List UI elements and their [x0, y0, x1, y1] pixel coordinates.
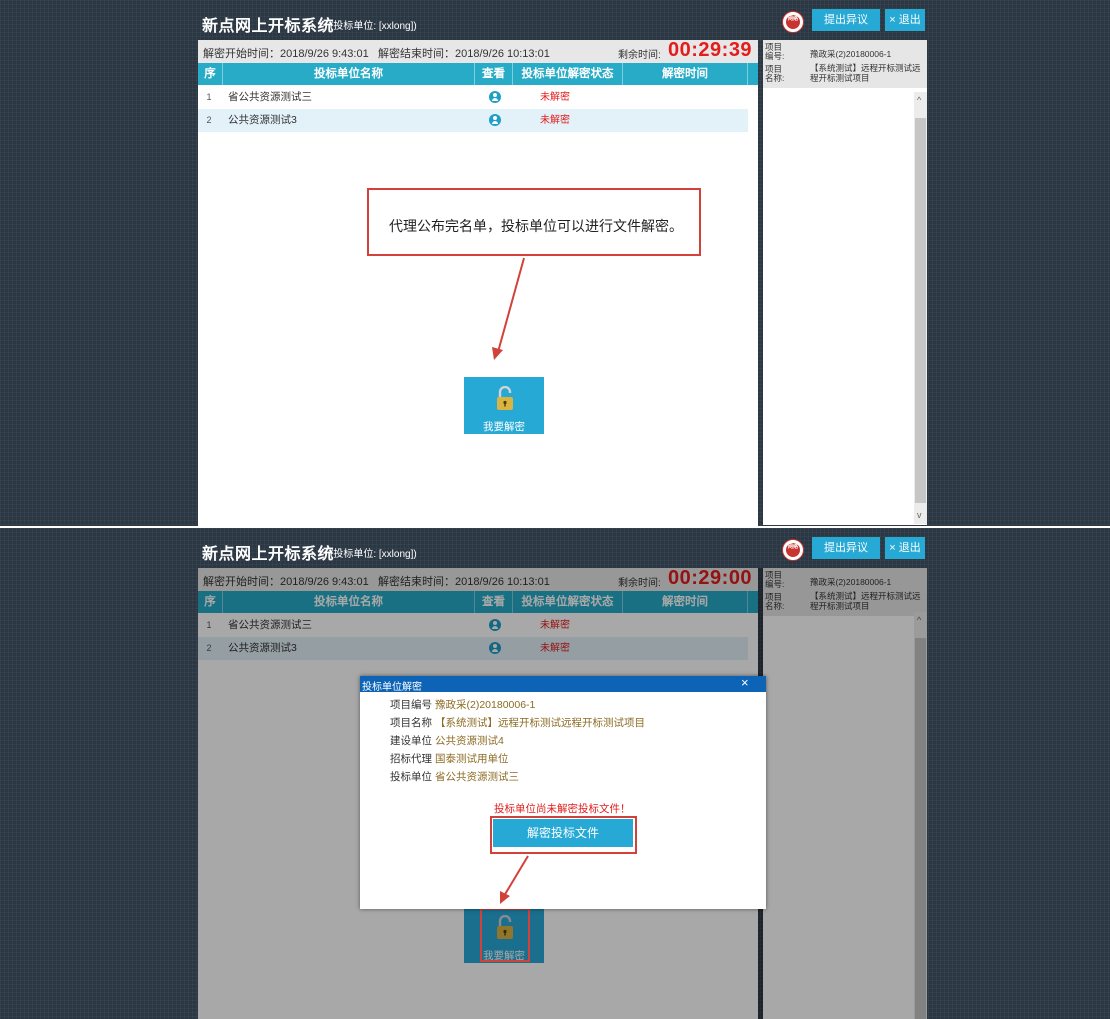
- bidder-unit-value: [xxlong]): [378, 21, 417, 32]
- instruction-callout: 代理公布完名单，投标单位可以进行文件解密。: [367, 188, 701, 256]
- field-value: 豫政采(2)20180006-1: [435, 699, 536, 711]
- main-area: 解密开始时间：2018/9/26 9:43:01 解密结束时间：2018/9/2…: [198, 39, 758, 528]
- table-header: 序 投标单位名称 查看 投标单位解密状态 解密时间: [198, 63, 758, 85]
- bidder-unit: (投标单位: [xxlong]): [330, 545, 417, 560]
- field-agency: 招标代理 国泰测试用单位: [390, 751, 509, 766]
- field-value: 省公共资源测试三: [435, 771, 519, 783]
- app-title: 新点网上开标系统: [202, 18, 335, 35]
- modal-title: 投标单位解密: [362, 682, 422, 693]
- objection-button[interactable]: 提出异议: [812, 537, 880, 559]
- project-name: 【系统测试】远程开标测试远程开标测试项目: [810, 63, 921, 83]
- field-value: 【系统测试】远程开标测试远程开标测试项目: [435, 717, 645, 729]
- project-no-label: 项目编号:: [765, 42, 785, 61]
- field-label: 项目编号: [390, 699, 432, 711]
- field-value: 国泰测试用单位: [435, 753, 509, 765]
- field-project-name: 项目名称 【系统测试】远程开标测试远程开标测试项目: [390, 715, 645, 730]
- table-row[interactable]: 2 公共资源测试3 未解密: [198, 109, 748, 132]
- table-row[interactable]: 1 省公共资源测试三 未解密: [198, 86, 748, 109]
- callout-text: 代理公布完名单，投标单位可以进行文件解密。: [389, 220, 683, 235]
- top-screen: 新点网上开标系统 (投标单位: [xxlong]) 网络 提出异议 × 退出 解…: [0, 0, 1110, 528]
- row-seq: 2: [206, 115, 212, 125]
- col-name: 投标单位名称: [223, 63, 475, 85]
- col-status: 投标单位解密状态: [513, 63, 623, 85]
- decrypt-file-highlight: [490, 816, 637, 854]
- logo-text: 网络: [787, 544, 798, 550]
- sidebar-scrollbar[interactable]: ^ v: [914, 92, 927, 524]
- col-view: 查看: [475, 63, 513, 85]
- decrypt-warning: 投标单位尚未解密投标文件！: [494, 803, 631, 815]
- app-title: 新点网上开标系统: [202, 546, 335, 563]
- close-icon[interactable]: ×: [741, 675, 749, 690]
- bidder-unit-label: (投标单位:: [330, 21, 377, 32]
- decrypt-modal: 投标单位解密 × 项目编号 豫政采(2)20180006-1 项目名称 【系统测试】…: [360, 675, 766, 909]
- field-label: 投标单位: [390, 771, 432, 783]
- callout-arrow: [492, 257, 525, 360]
- logo-icon: 网络: [782, 11, 804, 33]
- decrypt-end-time: 解密结束时间：2018/9/26 10:13:01: [378, 48, 550, 60]
- remaining-time-label: 剩余时间:: [618, 50, 661, 61]
- view-user-icon[interactable]: [489, 114, 501, 126]
- row-name: 省公共资源测试三: [228, 91, 312, 103]
- countdown: 00:29:39: [668, 39, 753, 61]
- project-sidebar: 项目编号: 豫政采(2)20180006-1 项目名称: 【系统测试】远程开标测…: [763, 40, 927, 525]
- row-seq: 1: [206, 92, 212, 102]
- project-name-label: 项目名称:: [765, 64, 785, 83]
- project-no: 豫政采(2)20180006-1: [810, 49, 892, 59]
- my-decrypt-button[interactable]: 我要解密: [464, 377, 544, 434]
- col-seq: 序: [198, 63, 223, 85]
- scroll-up-icon[interactable]: ^: [917, 95, 921, 105]
- col-time: 解密时间: [623, 63, 748, 85]
- field-project-no: 项目编号 豫政采(2)20180006-1: [390, 697, 535, 712]
- project-info: 项目编号: 豫政采(2)20180006-1 项目名称: 【系统测试】远程开标测…: [763, 40, 927, 88]
- field-label: 建设单位: [390, 735, 432, 747]
- field-label: 项目名称: [390, 717, 432, 729]
- modal-arrow: [500, 855, 529, 904]
- modal-header: 投标单位解密 ×: [360, 675, 766, 693]
- row-name: 公共资源测试3: [228, 114, 297, 126]
- logo-icon: 网络: [782, 539, 804, 561]
- bidder-unit-label: (投标单位:: [330, 549, 377, 560]
- bidder-unit-value: [xxlong]): [378, 549, 417, 560]
- exit-button[interactable]: × 退出: [885, 9, 925, 31]
- objection-button[interactable]: 提出异议: [812, 9, 880, 31]
- field-label: 招标代理: [390, 753, 432, 765]
- view-user-icon[interactable]: [489, 91, 501, 103]
- field-value: 公共资源测试4: [435, 735, 504, 747]
- decrypt-start-time: 解密开始时间：2018/9/26 9:43:01: [203, 48, 369, 60]
- my-decrypt-label: 我要解密: [483, 421, 525, 433]
- bidder-unit: (投标单位: [xxlong]): [330, 17, 417, 32]
- row-status: 未解密: [540, 92, 570, 103]
- scroll-thumb[interactable]: [915, 118, 926, 503]
- row-status: 未解密: [540, 115, 570, 126]
- unlock-icon: [497, 386, 513, 410]
- decrypt-button-highlight: [480, 908, 530, 962]
- exit-button[interactable]: × 退出: [885, 537, 925, 559]
- time-bar: 解密开始时间：2018/9/26 9:43:01 解密结束时间：2018/9/2…: [198, 39, 758, 63]
- field-bidder: 投标单位 省公共资源测试三: [390, 769, 519, 784]
- logo-text: 网络: [787, 16, 798, 22]
- scroll-down-icon[interactable]: v: [917, 510, 922, 520]
- field-builder: 建设单位 公共资源测试4: [390, 733, 504, 748]
